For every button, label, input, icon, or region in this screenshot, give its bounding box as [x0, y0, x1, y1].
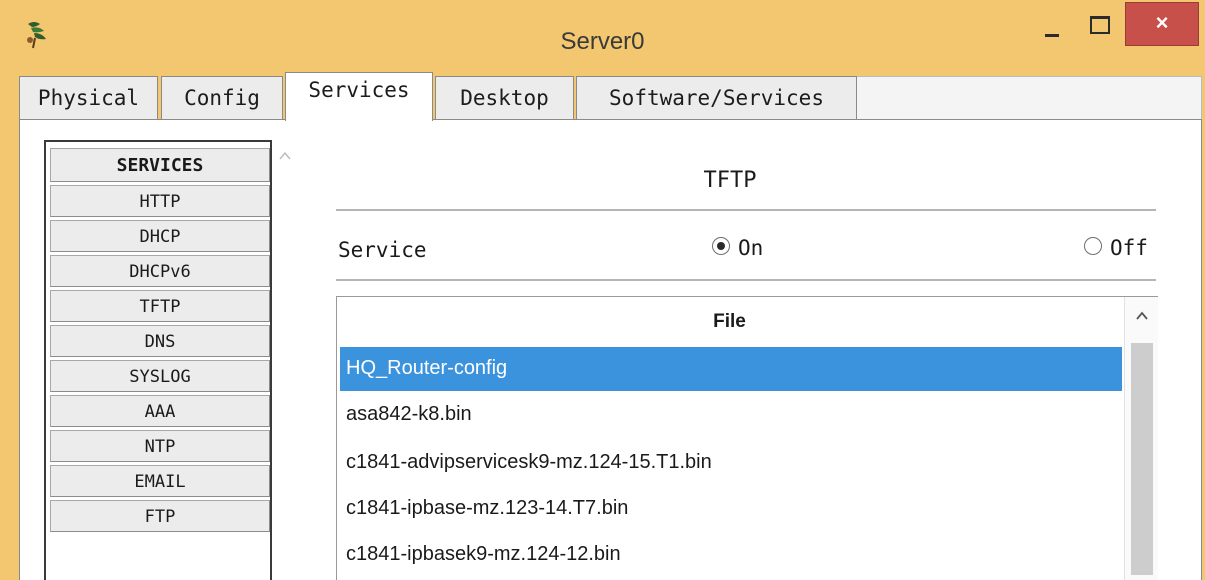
service-on-radio[interactable] [712, 237, 730, 255]
tab-desktop[interactable]: Desktop [435, 76, 574, 120]
service-syslog-button[interactable]: SYSLOG [50, 360, 270, 392]
service-label: Service [338, 238, 427, 262]
service-off-radio[interactable] [1084, 237, 1102, 255]
table-row[interactable]: c1841-ipbasek9-mz.124-12.bin [340, 533, 1122, 577]
service-aaa-button[interactable]: AAA [50, 395, 270, 427]
maximize-button[interactable] [1078, 2, 1122, 46]
table-row[interactable]: c1841-advipservicesk9-mz.124-15.T1.bin [340, 441, 1122, 485]
minimize-button[interactable] [1030, 2, 1076, 46]
service-off-label[interactable]: Off [1110, 236, 1148, 260]
tab-software-services[interactable]: Software/Services [576, 76, 857, 120]
service-on-label[interactable]: On [738, 236, 763, 260]
title-bar: Server0 × [0, 0, 1205, 75]
close-button[interactable]: × [1125, 2, 1199, 46]
services-header: SERVICES [50, 148, 270, 182]
file-table-scrollbar[interactable] [1124, 297, 1158, 580]
tab-bar-filler [857, 76, 1202, 120]
tab-services[interactable]: Services [285, 72, 433, 121]
service-dns-button[interactable]: DNS [50, 325, 270, 357]
service-ntp-button[interactable]: NTP [50, 430, 270, 462]
service-tftp-button[interactable]: TFTP [50, 290, 270, 322]
tab-bar: Physical Config Services Desktop Softwar… [19, 72, 1202, 121]
table-row[interactable]: HQ_Router-config [340, 347, 1122, 391]
services-list: SERVICES HTTP DHCP DHCPv6 TFTP DNS SYSLO… [44, 140, 272, 580]
table-row[interactable]: asa842-k8.bin [340, 393, 1122, 437]
service-dhcpv6-button[interactable]: DHCPv6 [50, 255, 270, 287]
file-table: File HQ_Router-config asa842-k8.bin c184… [336, 296, 1158, 580]
tab-physical[interactable]: Physical [19, 76, 158, 120]
window-title: Server0 [560, 28, 645, 55]
services-scroll-up-icon[interactable] [278, 150, 292, 162]
scroll-up-icon[interactable] [1125, 309, 1159, 323]
tab-config[interactable]: Config [161, 76, 283, 120]
table-row[interactable]: c1841-ipbase-mz.123-14.T7.bin [340, 487, 1122, 531]
file-column-header[interactable]: File [337, 297, 1122, 347]
service-dhcp-button[interactable]: DHCP [50, 220, 270, 252]
service-email-button[interactable]: EMAIL [50, 465, 270, 497]
scroll-thumb[interactable] [1131, 343, 1153, 575]
divider-bottom [336, 279, 1156, 281]
close-icon: × [1155, 10, 1169, 35]
service-ftp-button[interactable]: FTP [50, 500, 270, 532]
service-http-button[interactable]: HTTP [50, 185, 270, 217]
tftp-title: TFTP [703, 168, 757, 193]
divider-top [336, 209, 1156, 211]
